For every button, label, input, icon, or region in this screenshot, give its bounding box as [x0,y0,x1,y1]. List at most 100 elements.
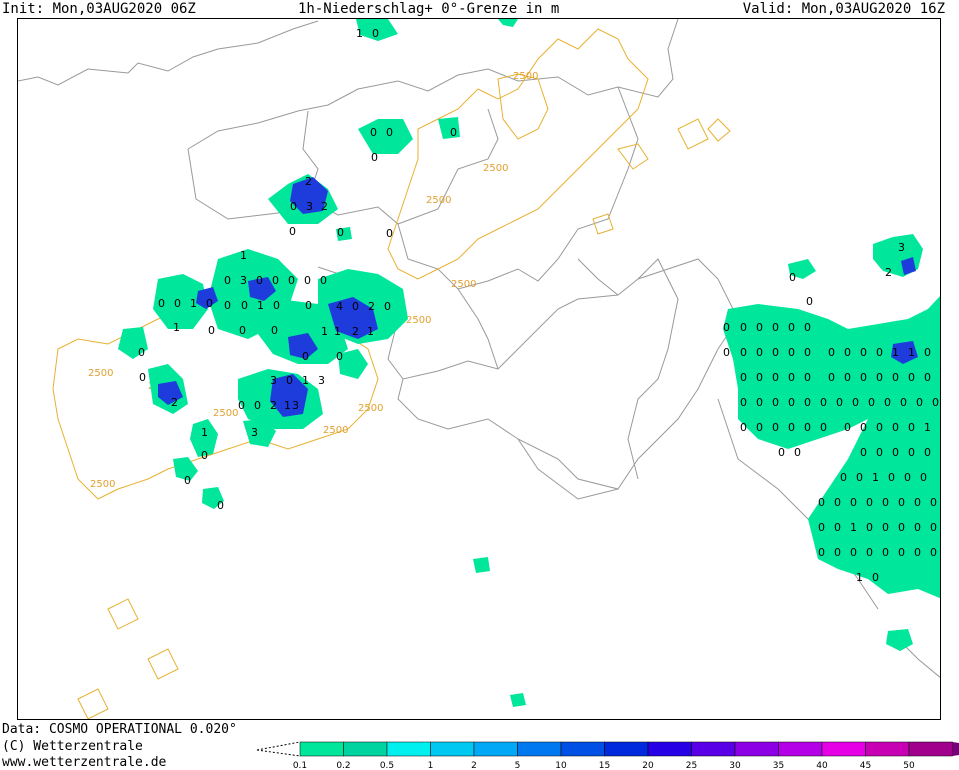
init-time: Init: Mon,03AUG2020 06Z [2,1,196,17]
precip-value: 3 [270,374,277,387]
precip-value: 0 [924,346,931,359]
precip-value: 1 [908,346,915,359]
precip-value: 2 [270,399,277,412]
legend-value: 40 [816,761,828,770]
precip-value: 0 [789,271,796,284]
precip-value: 0 [772,396,779,409]
precip-value: 0 [924,371,931,384]
precip-value: 0 [138,346,145,359]
precip-value: 0 [254,399,261,412]
legend-swatch [865,741,910,757]
precip-value: 0 [337,226,344,239]
legend-value: 35 [773,761,784,770]
contour-label: 2500 [358,403,383,414]
precip-value: 0 [804,396,811,409]
precip-value: 0 [892,421,899,434]
precip-value: 0 [916,396,923,409]
precip-value: 1 [201,426,208,439]
precip-value: 0 [336,350,343,363]
legend-swatch [778,741,823,757]
legend-value: 0.5 [380,761,394,770]
legend-value: 10 [555,761,567,770]
precip-value: 0 [818,496,825,509]
precip-value: 0 [788,371,795,384]
precip-value: 0 [888,471,895,484]
contour-label: 2500 [483,163,508,174]
precip-value: 0 [772,346,779,359]
legend-swatch [473,741,518,757]
precip-value: 0 [806,295,813,308]
precip-value: 0 [908,446,915,459]
legend-value: 5 [515,761,521,770]
precip-value: 0 [772,321,779,334]
precip-value: 0 [224,299,231,312]
precip-value: 0 [856,471,863,484]
precip-value: 0 [723,321,730,334]
contour-label: 2500 [88,368,113,379]
precip-value: 0 [239,324,246,337]
precip-value: 0 [834,521,841,534]
precip-value: 0 [273,299,280,312]
precip-value: 0 [866,496,873,509]
precip-value: 0 [224,274,231,287]
website-url: www.wetterzentrale.de [2,755,167,770]
precip-value: 0 [876,421,883,434]
precip-value: 0 [288,274,295,287]
precip-value: 0 [866,521,873,534]
precip-value: 0 [882,521,889,534]
legend-leader [256,749,301,757]
precip-value: 0 [892,446,899,459]
precip-value: 4 [336,300,343,313]
precip-value: 0 [892,371,899,384]
legend-value: 25 [686,761,697,770]
legend-value: 45 [860,761,871,770]
precip-value: 0 [804,346,811,359]
legend-swatch [517,741,562,757]
precip-value: 0 [756,421,763,434]
precip-value: 0 [386,227,393,240]
precip-value: 0 [206,297,213,310]
valid-time: Valid: Mon,03AUG2020 16Z [742,1,945,17]
precip-value: 1 [892,346,899,359]
legend-swatch [908,741,953,757]
precip-value: 0 [930,496,937,509]
precip-value: 0 [201,449,208,462]
precip-value: 0 [836,396,843,409]
precip-value: 0 [352,300,359,313]
precip-value: 0 [844,371,851,384]
precip-value: 0 [756,396,763,409]
precip-value: 1 [302,374,309,387]
precip-value: 0 [818,521,825,534]
color-legend: 0.1 0.2 0.5 1 2 5 10 15 20 25 30 35 40 45 50 [255,740,959,770]
precip-value: 1 [257,299,264,312]
precip-value: 0 [271,324,278,337]
legend-value: 0.1 [293,761,307,770]
precip-value: 0 [286,374,293,387]
precip-value: 0 [241,299,248,312]
precip-value: 0 [930,546,937,559]
precip-value: 0 [850,546,857,559]
precip-value: 0 [139,371,146,384]
precip-value: 0 [740,396,747,409]
precip-value: 0 [914,496,921,509]
legend-value: 30 [729,761,741,770]
legend-swatch [560,741,605,757]
precip-value: 1 [356,27,363,40]
precip-value: 3 [292,399,299,412]
legend-value: 20 [642,761,654,770]
precip-value: 0 [852,396,859,409]
precip-value: 0 [860,371,867,384]
precip-value: 0 [904,471,911,484]
legend-swatch [691,741,736,757]
contour-label: 2500 [451,279,476,290]
precip-value: 0 [371,151,378,164]
precip-value: 2 [171,396,178,409]
precip-value: 0 [756,371,763,384]
precip-value: 0 [290,200,297,213]
contour-label: 2500 [90,479,115,490]
precip-value: 0 [217,499,224,512]
precip-value: 0 [898,546,905,559]
precip-value: 1 [240,249,247,262]
precip-value: 0 [788,321,795,334]
precip-value: 0 [370,126,377,139]
